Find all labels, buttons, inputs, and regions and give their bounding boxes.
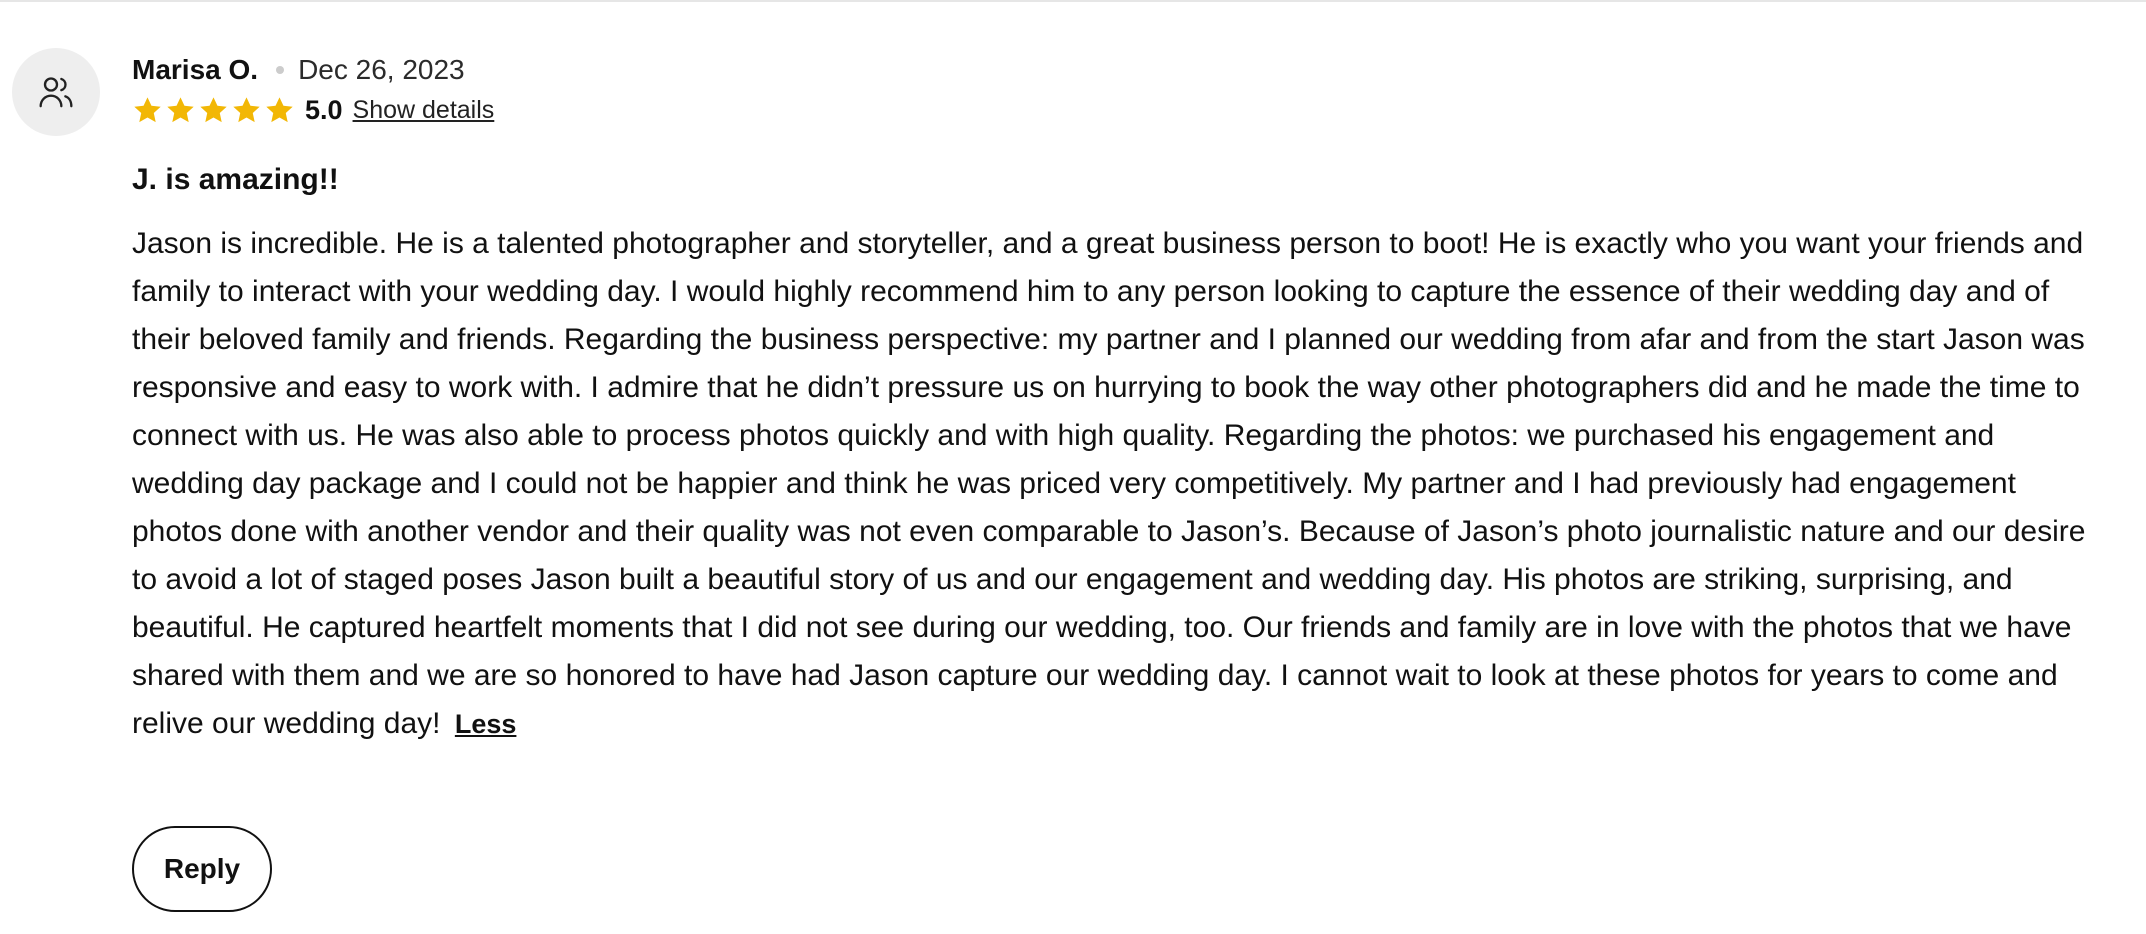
- review-date: Dec 26, 2023: [298, 54, 465, 85]
- review-meta: Marisa O. Dec 26, 2023: [132, 50, 2112, 90]
- avatar: [12, 48, 100, 136]
- review-text: Jason is incredible. He is a talented ph…: [132, 227, 2086, 740]
- rating-row: 5.0 Show details: [132, 90, 2112, 130]
- review-title: J. is amazing!!: [132, 163, 339, 196]
- star-icon: [200, 96, 227, 122]
- review-body: Jason is incredible. He is a talented ph…: [132, 220, 2107, 748]
- star-rating: [132, 95, 295, 126]
- users-icon: [39, 77, 73, 108]
- show-details-link[interactable]: Show details: [353, 96, 495, 125]
- star-icon: [167, 96, 194, 122]
- reviewer-name: Marisa O.: [132, 54, 259, 85]
- review-card: Marisa O. Dec 26, 2023 5.0 Show details …: [0, 0, 2146, 934]
- star-icon: [266, 96, 293, 122]
- review-content: Marisa O. Dec 26, 2023 5.0 Show details …: [132, 50, 2112, 748]
- star-icon: [134, 96, 161, 122]
- less-link[interactable]: Less: [455, 709, 517, 739]
- reply-button[interactable]: Reply: [132, 826, 272, 912]
- star-icon: [233, 96, 260, 122]
- separator-dot: [276, 66, 285, 74]
- rating-value: 5.0: [305, 94, 343, 125]
